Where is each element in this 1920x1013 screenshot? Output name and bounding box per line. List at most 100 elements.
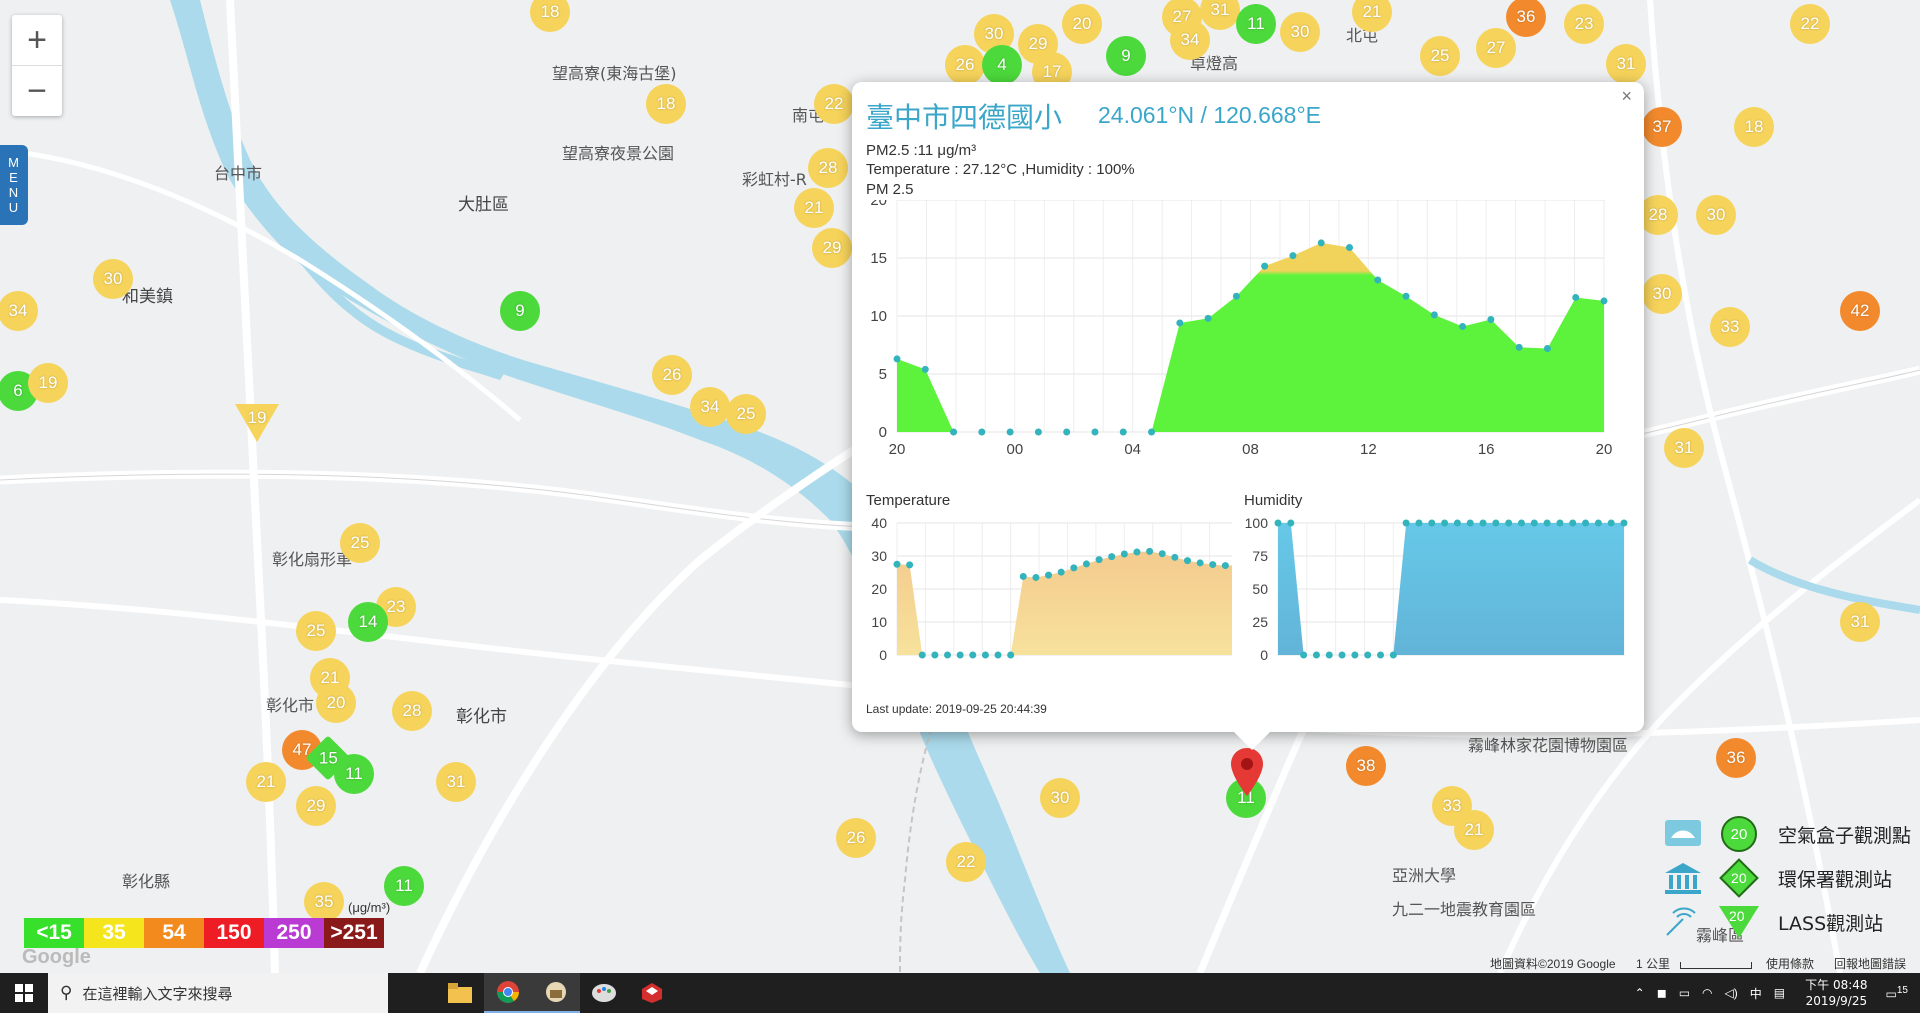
station-marker[interactable]: 22 <box>1790 4 1830 44</box>
data-point <box>1556 519 1564 527</box>
y-tick-label: 50 <box>1252 581 1268 597</box>
station-marker[interactable]: 4 <box>982 45 1022 85</box>
station-marker[interactable]: 34 <box>1170 20 1210 60</box>
station-marker[interactable]: 21 <box>1454 810 1494 850</box>
marker-value: 33 <box>1442 796 1462 815</box>
station-marker[interactable]: 29 <box>296 786 336 826</box>
station-marker[interactable]: 19 <box>28 363 68 403</box>
station-marker[interactable]: 37 <box>1642 107 1682 147</box>
station-marker[interactable]: 42 <box>1840 291 1880 331</box>
data-point <box>1006 428 1014 436</box>
x-tick-label: 20 <box>889 441 906 458</box>
station-marker[interactable]: 31 <box>436 762 476 802</box>
station-marker[interactable]: 9 <box>1106 36 1146 76</box>
zoom-in-button[interactable]: + <box>12 15 62 66</box>
data-point <box>1312 651 1320 659</box>
station-marker[interactable]: 25 <box>1420 36 1460 76</box>
station-marker[interactable]: 22 <box>946 842 986 882</box>
marker-value: 26 <box>955 55 975 74</box>
station-marker[interactable]: 26 <box>836 818 876 858</box>
station-marker[interactable]: 9 <box>500 291 540 331</box>
sketchup-icon[interactable] <box>628 973 676 1013</box>
data-point <box>1572 293 1580 301</box>
marker-value: 31 <box>446 772 466 791</box>
paint-icon[interactable] <box>580 973 628 1013</box>
x-tick-label: 04 <box>1124 441 1141 458</box>
station-marker[interactable]: 34 <box>690 387 730 427</box>
station-marker[interactable]: 19 <box>235 404 279 442</box>
station-marker[interactable]: 22 <box>814 84 854 124</box>
menu-tab[interactable]: M E N U <box>0 145 28 225</box>
zoom-control[interactable]: + − <box>12 15 62 116</box>
station-marker[interactable]: 27 <box>1476 28 1516 68</box>
google-logo: Google <box>22 946 91 968</box>
station-marker[interactable]: 31 <box>1664 428 1704 468</box>
data-point <box>981 651 989 659</box>
station-marker[interactable]: 30 <box>1040 778 1080 818</box>
station-marker[interactable]: 30 <box>1642 274 1682 314</box>
station-marker[interactable]: 26 <box>652 355 692 395</box>
taskbar-search[interactable]: ⚲ 在這裡輸入文字來搜尋 <box>48 973 388 1013</box>
clock-time: 下午 08:48 <box>1805 978 1868 992</box>
data-point <box>1119 428 1127 436</box>
station-marker[interactable]: 28 <box>1638 195 1678 235</box>
marker-value: 11 <box>345 764 363 783</box>
lass-label: LASS觀測站 <box>1778 912 1884 935</box>
windows-icon <box>15 984 33 1002</box>
ime-indicator[interactable]: 中 <box>1750 985 1762 1002</box>
battery-icon[interactable]: ▭ <box>1679 986 1690 1000</box>
data-point <box>1034 428 1042 436</box>
close-icon[interactable]: × <box>1621 86 1632 107</box>
station-marker[interactable]: 25 <box>726 394 766 434</box>
notification-icon[interactable]: ▭15 <box>1886 985 1908 1001</box>
volume-icon[interactable]: ◁) <box>1725 986 1738 1000</box>
wifi-icon[interactable]: ◠ <box>1702 986 1712 1000</box>
station-marker[interactable]: 35 <box>304 882 344 922</box>
station-marker[interactable]: 28 <box>392 691 432 731</box>
station-marker[interactable]: 31 <box>1840 602 1880 642</box>
station-marker[interactable]: 25 <box>296 611 336 651</box>
station-marker[interactable]: 11 <box>1236 4 1276 44</box>
station-marker[interactable]: 23 <box>1564 4 1604 44</box>
station-marker[interactable]: 30 <box>1280 12 1320 52</box>
marker-value: 11 <box>1247 14 1265 33</box>
chrome-icon[interactable] <box>484 973 532 1013</box>
station-marker[interactable]: 25 <box>340 523 380 563</box>
data-point <box>921 365 929 373</box>
station-marker[interactable]: 20 <box>316 683 356 723</box>
keyboard-icon[interactable]: ▤ <box>1774 986 1785 1000</box>
report-error-link[interactable]: 回報地圖錯誤 <box>1834 955 1906 972</box>
station-marker[interactable]: 30 <box>93 259 133 299</box>
station-marker[interactable]: 21 <box>794 188 834 228</box>
y-tick-label: 25 <box>1252 614 1268 630</box>
shield-icon[interactable]: ◼ <box>1657 986 1667 1000</box>
selected-location-pin[interactable] <box>1231 748 1263 801</box>
station-marker[interactable]: 14 <box>348 602 388 642</box>
station-marker[interactable]: 11 <box>334 754 374 794</box>
station-marker[interactable]: 21 <box>246 762 286 802</box>
station-marker[interactable]: 38 <box>1346 746 1386 786</box>
file-explorer-icon[interactable] <box>436 973 484 1013</box>
station-marker[interactable]: 26 <box>945 45 985 85</box>
start-button[interactable] <box>0 973 48 1013</box>
data-point <box>1289 252 1297 260</box>
station-marker[interactable]: 33 <box>1710 307 1750 347</box>
zoom-out-button[interactable]: − <box>12 66 62 116</box>
marker-value: 11 <box>395 876 413 895</box>
x-tick-label: 12 <box>1360 441 1377 458</box>
chevron-up-icon[interactable]: ⌃ <box>1635 986 1645 1000</box>
terms-link[interactable]: 使用條款 <box>1766 955 1814 972</box>
marker-value: 20 <box>1072 14 1092 33</box>
station-marker[interactable]: 29 <box>812 228 852 268</box>
station-marker[interactable]: 18 <box>646 84 686 124</box>
data-point <box>1428 519 1436 527</box>
station-marker[interactable]: 36 <box>1716 738 1756 778</box>
station-marker[interactable]: 18 <box>1734 107 1774 147</box>
station-marker[interactable]: 28 <box>808 148 848 188</box>
station-marker[interactable]: 20 <box>1062 4 1102 44</box>
app-icon[interactable] <box>532 973 580 1013</box>
marker-value: 34 <box>700 397 720 416</box>
station-marker[interactable]: 31 <box>1606 44 1646 84</box>
station-marker[interactable]: 30 <box>1696 195 1736 235</box>
clock[interactable]: 下午 08:48 2019/9/25 <box>1805 977 1867 1009</box>
